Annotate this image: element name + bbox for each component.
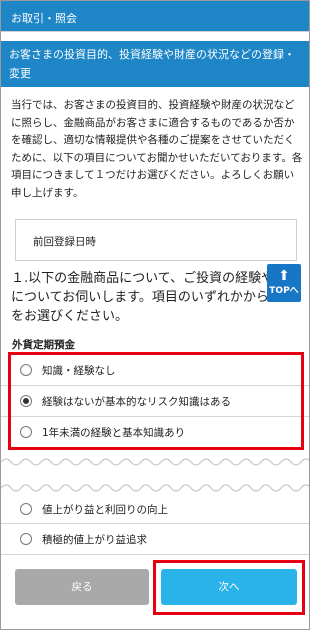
radio-button[interactable] <box>20 503 32 515</box>
back-button[interactable]: 戻る <box>15 569 149 605</box>
option-label: 値上がり益と利回りの向上 <box>42 504 168 516</box>
radio-button[interactable] <box>20 533 32 545</box>
question-text: １.以下の金融商品について、ご投資の経験や知識についてお伺いします。項目のいずれ… <box>11 271 301 324</box>
app-header: お取引・照会 <box>1 1 309 32</box>
highlight-next-box <box>153 560 305 615</box>
option-label: 積極的値上がり益追求 <box>42 534 147 546</box>
top-button-label: TOPへ <box>269 286 299 296</box>
option-appreciation-yield[interactable]: 値上がり益と利回りの向上 <box>1 494 309 524</box>
last-registered-label: 前回登録日時 <box>33 236 96 248</box>
highlight-options-box <box>8 352 304 450</box>
option-aggressive-appreciation[interactable]: 積極的値上がり益追求 <box>1 524 309 554</box>
divider <box>1 554 309 555</box>
app-frame: お取引・照会 お客さまの投資目的、投資経験や財産の状況などの登録・変更 当行では… <box>0 0 310 630</box>
wave-divider-top <box>1 458 309 466</box>
wave-divider-bottom <box>1 484 309 492</box>
up-arrow-icon: ⬆ <box>278 268 290 284</box>
intro-text: 当行では、お客さまの投資目的、投資経験や財産の状況などに照らし、金融商品がお客さ… <box>11 99 303 199</box>
section-title: お客さまの投資目的、投資経験や財産の状況などの登録・変更 <box>1 41 309 87</box>
header-title: お取引・照会 <box>11 12 77 25</box>
top-button[interactable]: ⬆ TOPへ <box>267 264 301 302</box>
last-registered-box: 前回登録日時 <box>15 219 297 261</box>
product-name: 外貨定期預金 <box>12 339 75 351</box>
